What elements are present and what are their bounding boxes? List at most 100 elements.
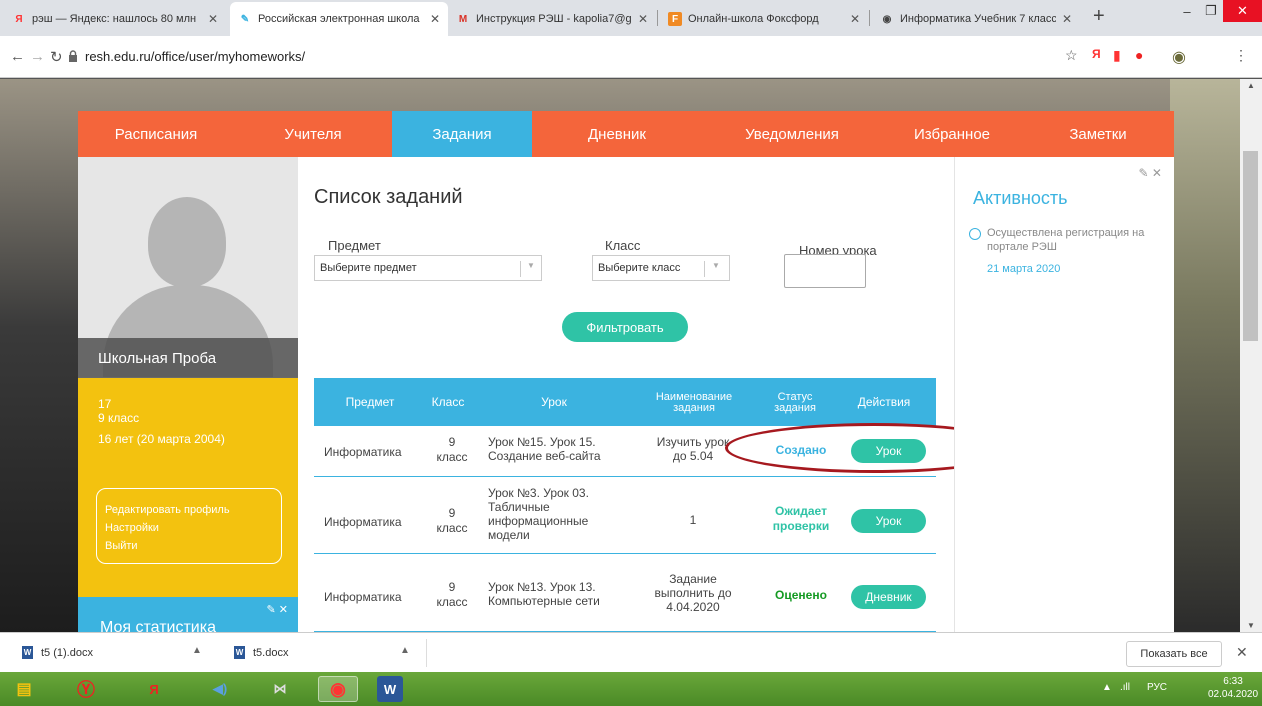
column-header: Урок (541, 395, 567, 409)
tab-separator (657, 10, 658, 26)
logout-link[interactable]: Выйти (105, 537, 281, 555)
browser-tab[interactable]: F Онлайн-школа Фоксфорд ✕ (660, 2, 868, 36)
close-tab-icon[interactable]: ✕ (1062, 12, 1072, 26)
task-name-cell: 1 (689, 513, 697, 527)
profile-name: Школьная Проба (78, 338, 298, 378)
nav-diary[interactable]: Дневник (532, 111, 702, 157)
nav-tasks[interactable]: Задания (392, 111, 532, 157)
scrollbar-thumb[interactable] (1243, 151, 1258, 341)
new-tab-button[interactable]: + (1093, 5, 1105, 28)
clock[interactable]: 6:33 02.04.2020 (1208, 675, 1258, 701)
task-name-cell: Изучить урок до 5.04 (656, 435, 730, 463)
file-explorer-icon[interactable]: ▤ (4, 676, 44, 702)
nav-schedules[interactable]: Расписания (78, 111, 234, 157)
maximize-button[interactable]: ❐ (1199, 0, 1223, 22)
language-indicator[interactable]: РУС (1147, 682, 1167, 693)
diary-button[interactable]: Дневник (851, 585, 926, 609)
url-field[interactable]: resh.edu.ru/office/user/myhomeworks/ (85, 49, 305, 64)
close-tab-icon[interactable]: ✕ (638, 12, 648, 26)
show-all-button[interactable]: Показать все (1126, 641, 1222, 667)
profile-info: 17 9 класс 16 лет (20 марта 2004) Редакт… (78, 378, 298, 597)
circle-icon (969, 228, 981, 240)
tray-arrow-icon[interactable]: ▲ (1102, 682, 1112, 693)
my-statistics: ✎ ✕ Моя статистика (78, 597, 298, 632)
menu-icon[interactable]: ⋮ (1234, 47, 1248, 64)
browser-tab-active[interactable]: ✎ Российская электронная школа ✕ (230, 2, 448, 36)
lesson-cell[interactable]: Урок №3. Урок 03. Табличные информационн… (488, 486, 623, 542)
close-window-button[interactable]: ✕ (1223, 0, 1262, 22)
page-scrollbar[interactable]: ▲ ▼ (1240, 79, 1262, 632)
foxford-icon: F (668, 12, 682, 26)
word-icon[interactable]: W (377, 676, 403, 702)
close-tab-icon[interactable]: ✕ (850, 12, 860, 26)
profile-grade: 9 класс (98, 411, 140, 425)
subject-select[interactable]: Выберите предмет ▼ (314, 255, 542, 281)
edit-close-icons[interactable]: ✎ ✕ (1139, 166, 1162, 180)
avatar[interactable]: ◉ (1172, 47, 1186, 67)
minimize-button[interactable]: – (1175, 0, 1199, 22)
edit-profile-link[interactable]: Редактировать профиль (105, 501, 281, 519)
star-icon[interactable]: ☆ (1065, 47, 1078, 64)
download-item[interactable]: W t5.docx (234, 646, 288, 659)
yandex-icon: Я (15, 13, 23, 25)
back-icon[interactable]: ← (10, 48, 25, 65)
close-tab-icon[interactable]: ✕ (208, 12, 218, 26)
subject-cell: Информатика (324, 515, 402, 529)
bookmark-ext-icon[interactable]: ▮ (1113, 47, 1121, 64)
divider (426, 639, 427, 667)
download-bar: W t5 (1).docx ▲ W t5.docx ▲ Показать все… (0, 632, 1262, 672)
yandex-icon[interactable]: Я (134, 676, 174, 702)
activity-title: Активность (973, 188, 1068, 208)
yandex-browser-icon[interactable]: Ⓨ (66, 676, 106, 702)
chrome-icon[interactable]: ◉ (318, 676, 358, 702)
table-row: Информатика 9 класс Урок №13. Урок 13. К… (314, 554, 936, 632)
nav-teachers[interactable]: Учителя (234, 111, 392, 157)
chevron-up-icon[interactable]: ▲ (400, 645, 410, 656)
gmail-icon: M (458, 13, 468, 25)
column-header: Предмет (345, 395, 395, 409)
close-icon[interactable]: ✕ (1236, 644, 1248, 661)
nav-favorites[interactable]: Избранное (882, 111, 1022, 157)
scroll-down-icon[interactable]: ▼ (1247, 621, 1255, 630)
class-select[interactable]: Выберите класс ▼ (592, 255, 730, 281)
browser-tab[interactable]: ◉ Информатика Учебник 7 класс ✕ (872, 2, 1080, 36)
download-item[interactable]: W t5 (1).docx (22, 646, 93, 659)
media-player-icon[interactable]: ◀) (200, 676, 240, 702)
class-word-cell: класс (436, 450, 468, 464)
signal-icon[interactable]: .ıll (1120, 682, 1130, 693)
nav-notifications[interactable]: Уведомления (702, 111, 882, 157)
browser-tab[interactable]: Я рэш — Яндекс: нашлось 80 млн ✕ (4, 2, 226, 36)
background-right (1170, 79, 1240, 632)
activity-date: 21 марта 2020 (987, 263, 1061, 275)
scroll-up-icon[interactable]: ▲ (1247, 81, 1255, 90)
lesson-button[interactable]: Урок (851, 509, 926, 533)
class-word-cell: класс (436, 595, 468, 609)
close-tab-icon[interactable]: ✕ (430, 12, 440, 26)
subject-cell: Информатика (324, 445, 402, 459)
lesson-number-input[interactable] (784, 254, 866, 288)
subject-cell: Информатика (324, 590, 402, 604)
column-header: Класс (431, 395, 465, 409)
edit-close-icons[interactable]: ✎ ✕ (267, 603, 289, 616)
reload-icon[interactable]: ↻ (50, 48, 63, 66)
taskbar: ▤ Ⓨ Я ◀) ⋈ ◉ W ▲ .ıll РУС 6:33 02.04.202… (0, 672, 1262, 706)
yandex-browser-icon[interactable]: ● (1135, 47, 1143, 63)
yandex-ext-icon[interactable]: Я (1092, 47, 1101, 61)
activity-text: Осуществлена регистрация на портале РЭШ (987, 227, 1145, 253)
chevron-up-icon[interactable]: ▲ (192, 645, 202, 656)
filter-button[interactable]: Фильтровать (562, 312, 688, 342)
forward-icon[interactable]: → (30, 48, 45, 65)
word-doc-icon: W (22, 646, 33, 659)
settings-link[interactable]: Настройки (105, 519, 281, 537)
site-navigation: Расписания Учителя Задания Дневник Уведо… (78, 111, 1174, 157)
column-header: Наименование задания (655, 391, 733, 414)
lesson-cell[interactable]: Урок №13. Урок 13. Компьютерные сети (488, 580, 623, 608)
browser-tab[interactable]: M Инструкция РЭШ - kapolia7@gm ✕ (448, 2, 656, 36)
chevron-down-icon: ▼ (712, 261, 720, 270)
network-app-icon[interactable]: ⋈ (260, 676, 300, 702)
lesson-cell[interactable]: Урок №15. Урок 15. Создание веб-сайта (488, 435, 638, 463)
class-number-cell: 9 (448, 435, 456, 449)
stats-title: Моя статистика (100, 619, 216, 632)
task-name-cell: Задание выполнить до 4.04.2020 (654, 572, 732, 614)
nav-notes[interactable]: Заметки (1022, 111, 1174, 157)
